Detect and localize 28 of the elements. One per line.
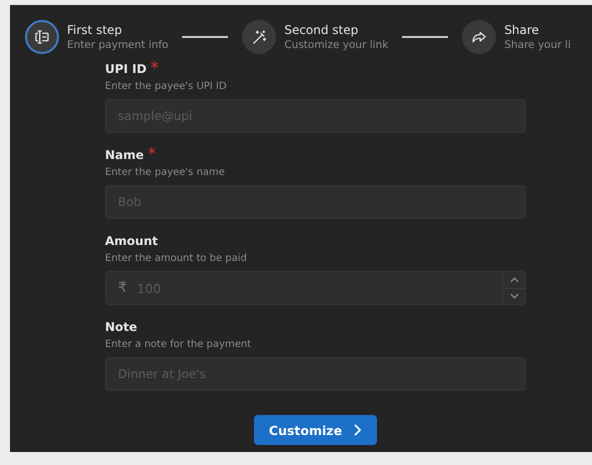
step-circle[interactable] xyxy=(25,20,59,54)
customize-button[interactable]: Customize xyxy=(254,415,378,445)
step-title: Second step xyxy=(284,22,360,38)
step-connector xyxy=(402,36,448,38)
currency-symbol: ₹ xyxy=(118,280,127,296)
field-hint: Enter a note for the payment xyxy=(105,338,252,352)
step-connector xyxy=(182,36,228,38)
field-hint: Enter the payee's name xyxy=(105,166,226,180)
chevron-down-icon xyxy=(510,293,518,300)
chevron-right-icon xyxy=(354,424,362,436)
field-label: UPI ID xyxy=(105,62,147,76)
step-circle[interactable] xyxy=(242,20,276,54)
text-field-icon xyxy=(33,28,51,46)
chevron-up-icon xyxy=(510,276,518,283)
field-label: Amount xyxy=(105,234,158,248)
step-subtitle: Share your li xyxy=(504,38,571,52)
step-title: First step xyxy=(67,22,124,38)
field-label: Note xyxy=(105,320,138,334)
field-label: Name xyxy=(105,148,144,162)
required-asterisk: * xyxy=(150,58,159,77)
step-subtitle: Enter payment info xyxy=(67,38,168,52)
step-title: Share xyxy=(504,22,540,38)
magic-wand-icon xyxy=(250,28,268,46)
step-subtitle: Customize your link xyxy=(284,38,388,52)
field-hint: Enter the amount to be paid xyxy=(105,252,248,266)
required-asterisk: * xyxy=(148,144,156,163)
step-circle[interactable] xyxy=(462,20,496,54)
field-hint: Enter the payee's UPI ID xyxy=(105,80,228,94)
